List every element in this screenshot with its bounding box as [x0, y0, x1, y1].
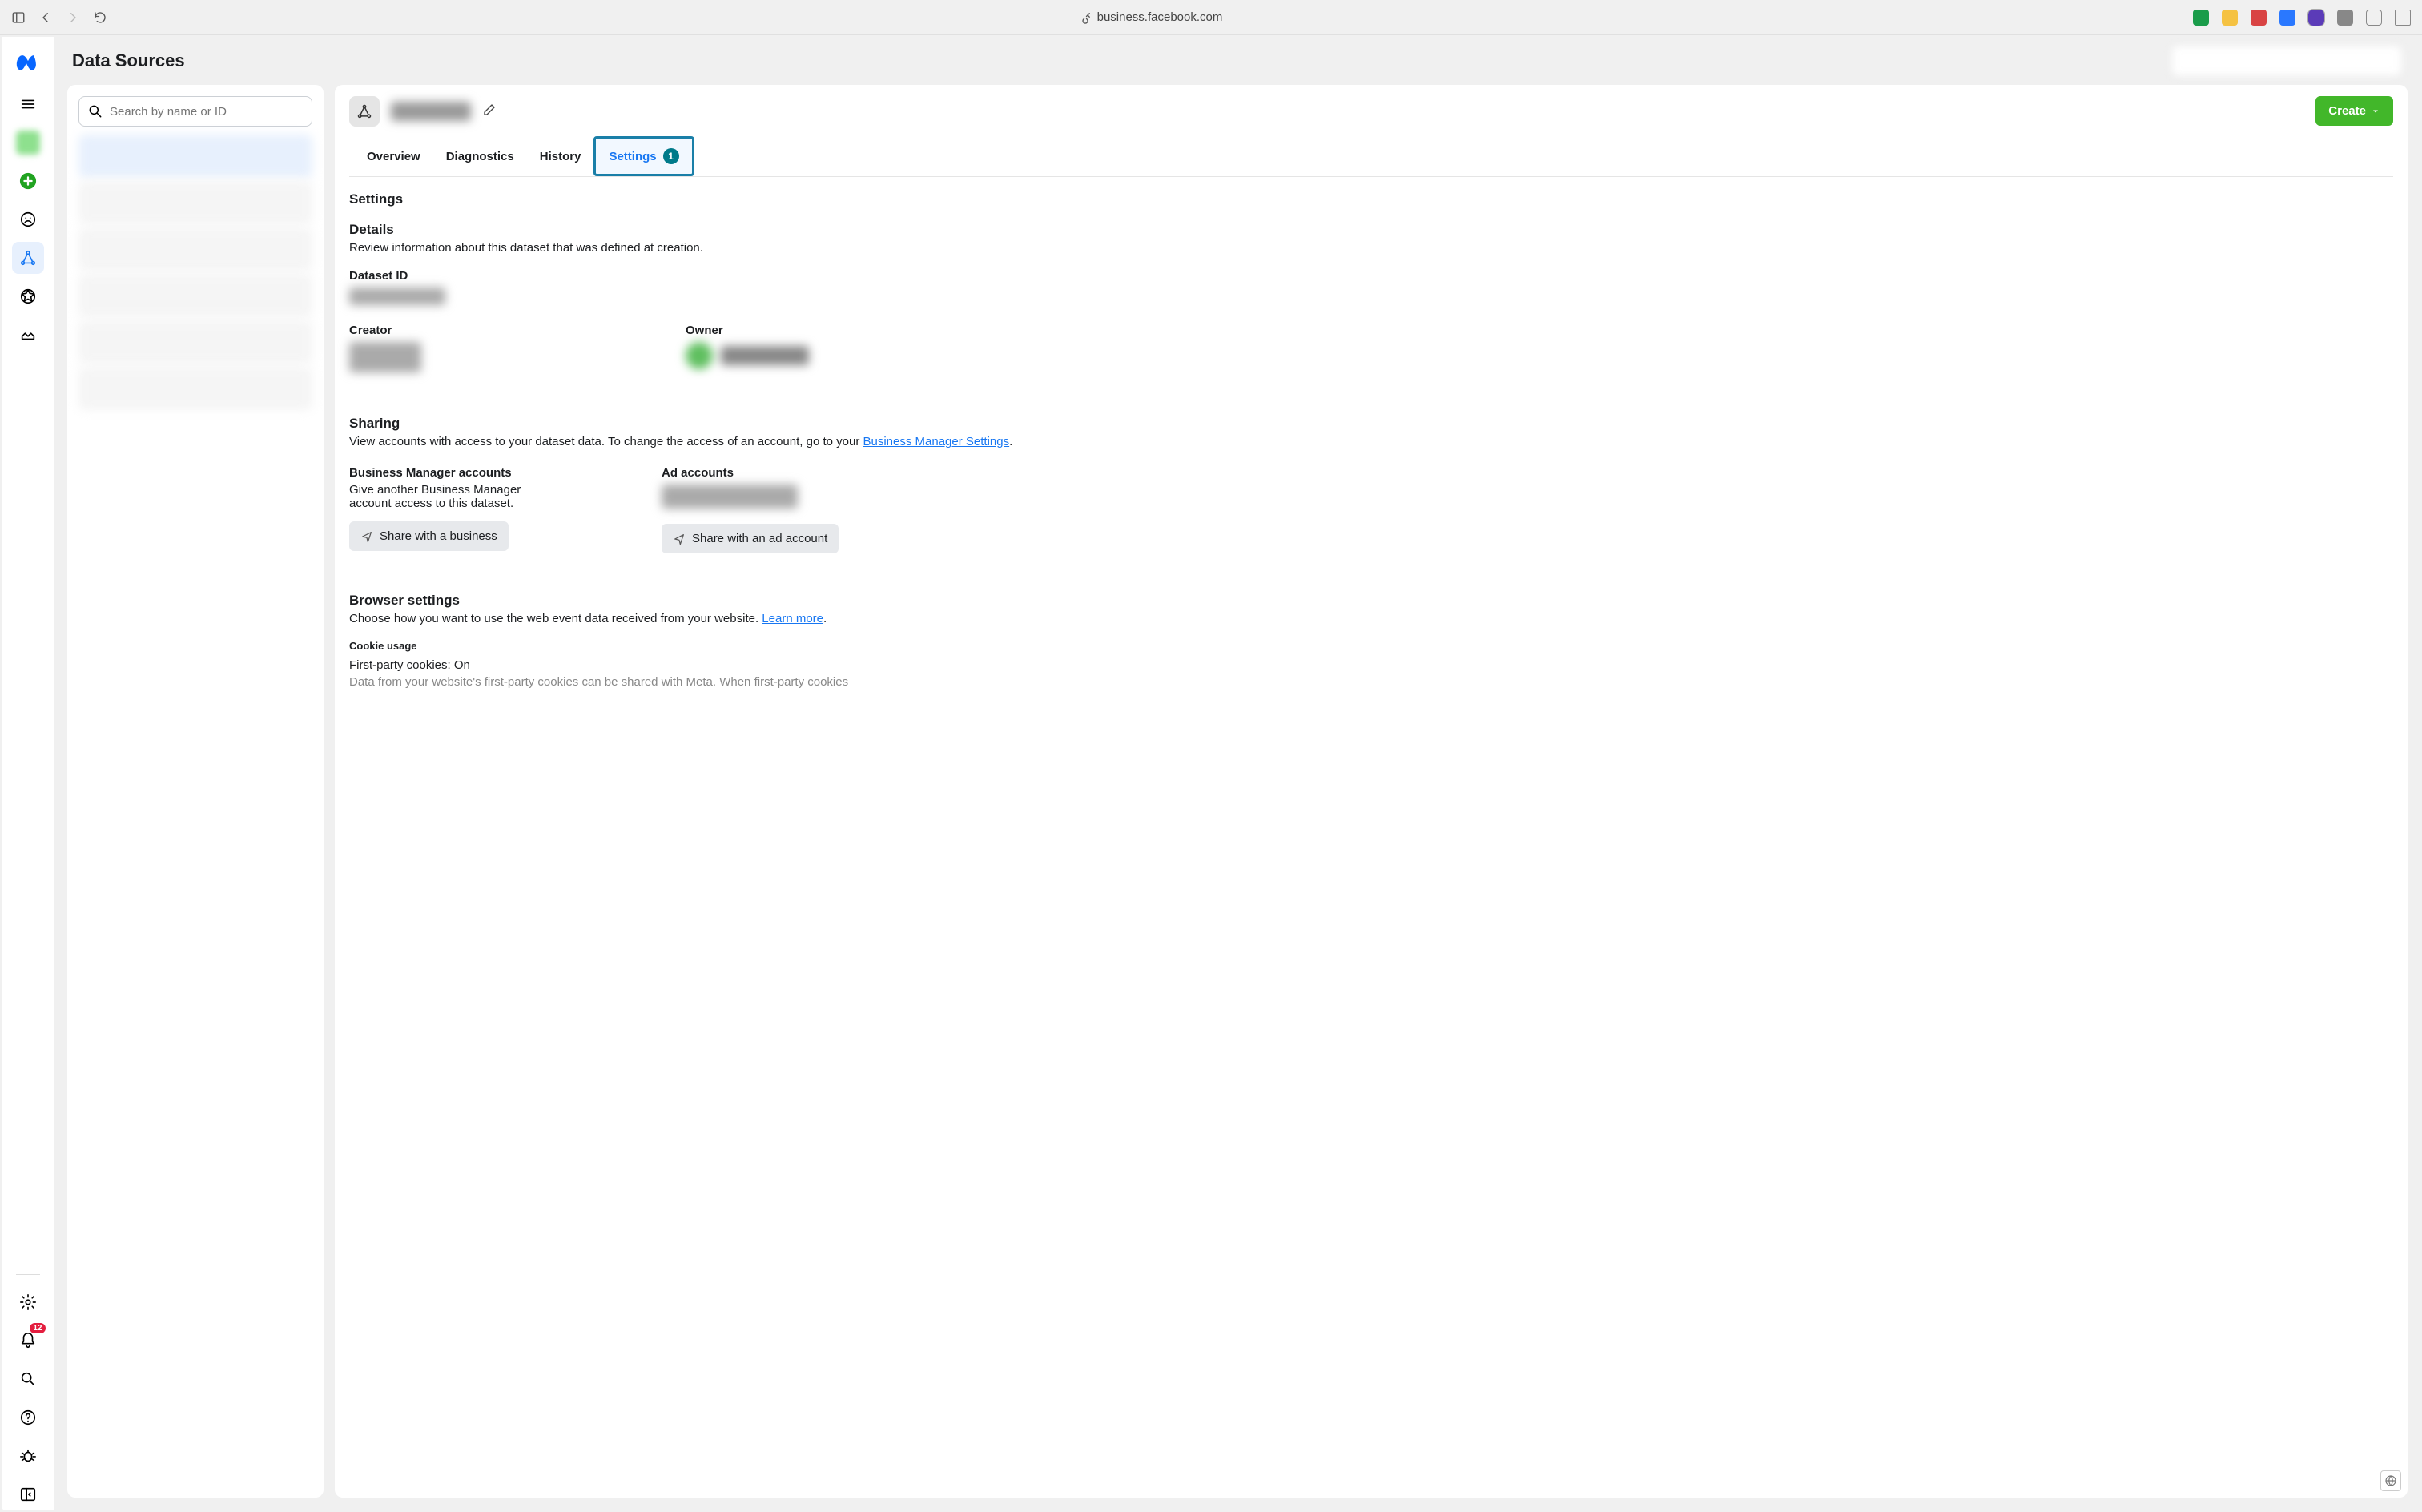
settings-heading: Settings	[349, 191, 2393, 207]
sidebar-toggle-icon[interactable]	[11, 10, 26, 25]
extension-icon[interactable]	[2279, 10, 2295, 26]
extension-icon[interactable]	[2366, 10, 2382, 26]
data-source-item[interactable]	[78, 274, 312, 317]
search-box[interactable]	[78, 96, 312, 127]
cookie-desc-cutoff: Data from your website's first-party coo…	[349, 675, 2393, 689]
share-business-label: Share with a business	[380, 529, 497, 543]
tab-history[interactable]: History	[527, 136, 594, 176]
cookie-usage-label: Cookie usage	[349, 640, 2393, 652]
content-panel: Create Overview Diagnostics History	[335, 85, 2408, 1498]
extension-icon[interactable]	[2251, 10, 2267, 26]
data-source-list-panel	[67, 85, 324, 1498]
extension-icon[interactable]	[2222, 10, 2238, 26]
search-icon	[87, 103, 103, 119]
ad-account-value-redacted	[662, 485, 798, 509]
browser-toolbar: business.facebook.com	[0, 0, 2422, 35]
nav-data-sources[interactable]	[12, 242, 44, 274]
nav-add[interactable]	[12, 165, 44, 197]
creator-value-redacted	[349, 342, 421, 372]
menu-toggle[interactable]	[12, 88, 44, 120]
bm-accounts-desc: Give another Business Manager account ac…	[349, 483, 525, 510]
data-source-item[interactable]	[78, 320, 312, 364]
tab-settings-label: Settings	[609, 150, 656, 163]
settings-badge: 1	[663, 148, 679, 164]
tab-bar: Overview Diagnostics History Settings 1	[349, 136, 2393, 177]
dataset-id-label: Dataset ID	[349, 269, 2393, 283]
sharing-title: Sharing	[349, 416, 2393, 432]
notification-badge: 12	[30, 1323, 45, 1333]
create-button-label: Create	[2328, 104, 2366, 118]
extension-icon[interactable]	[2308, 10, 2324, 26]
browser-settings-desc: Choose how you want to use the web event…	[349, 612, 2393, 625]
nav-search[interactable]	[12, 1363, 44, 1395]
business-manager-settings-link[interactable]: Business Manager Settings	[863, 435, 1010, 448]
tab-diagnostics[interactable]: Diagnostics	[433, 136, 527, 176]
nav-bug[interactable]	[12, 1440, 44, 1472]
browser-settings-title: Browser settings	[349, 593, 2393, 609]
bm-accounts-label: Business Manager accounts	[349, 466, 614, 480]
owner-value-redacted	[686, 342, 974, 369]
nav-partners[interactable]	[12, 319, 44, 351]
forward-icon	[66, 10, 80, 25]
cookie-status: First-party cookies: On	[349, 658, 2393, 672]
nav-collapse[interactable]	[12, 1478, 44, 1510]
create-button[interactable]: Create	[2315, 96, 2393, 126]
app-left-rail: 12	[2, 37, 54, 1510]
sharing-desc: View accounts with access to your datase…	[349, 435, 2393, 448]
owner-label: Owner	[686, 324, 974, 337]
data-source-item[interactable]	[78, 135, 312, 178]
share-with-ad-account-button[interactable]: Share with an ad account	[662, 524, 839, 553]
tab-settings[interactable]: Settings 1	[593, 136, 694, 176]
reload-icon[interactable]	[93, 10, 107, 25]
details-title: Details	[349, 222, 2393, 238]
share-icon	[360, 530, 373, 543]
edit-name-button[interactable]	[482, 103, 497, 121]
data-source-item[interactable]	[78, 181, 312, 224]
search-input[interactable]	[110, 105, 304, 119]
back-icon[interactable]	[38, 10, 53, 25]
extension-icon[interactable]	[2337, 10, 2353, 26]
lock-icon	[1078, 10, 1092, 25]
share-with-business-button[interactable]: Share with a business	[349, 521, 509, 551]
url-text[interactable]: business.facebook.com	[1097, 10, 1223, 24]
page-title: Data Sources	[72, 50, 185, 71]
share-icon	[673, 533, 686, 545]
tab-overview[interactable]: Overview	[354, 136, 433, 176]
data-source-item[interactable]	[78, 367, 312, 410]
data-source-item[interactable]	[78, 227, 312, 271]
account-switcher[interactable]	[2171, 45, 2403, 77]
nav-notifications[interactable]: 12	[12, 1325, 44, 1357]
nav-settings[interactable]	[12, 1286, 44, 1318]
dataset-id-value-redacted	[349, 288, 445, 305]
share-ad-label: Share with an ad account	[692, 532, 827, 545]
dataset-name-redacted	[391, 102, 471, 121]
nav-overview[interactable]	[12, 203, 44, 235]
ad-accounts-label: Ad accounts	[662, 466, 950, 480]
meta-logo-icon[interactable]	[14, 50, 42, 77]
globe-icon[interactable]	[2380, 1470, 2401, 1491]
nav-help[interactable]	[12, 1401, 44, 1434]
creator-label: Creator	[349, 324, 638, 337]
tab-overview-icon[interactable]	[2395, 10, 2411, 26]
details-desc: Review information about this dataset th…	[349, 241, 2393, 255]
dataset-type-icon	[349, 96, 380, 127]
learn-more-link[interactable]: Learn more	[762, 612, 823, 625]
extension-icon[interactable]	[2193, 10, 2209, 26]
nav-events[interactable]	[12, 280, 44, 312]
nav-item-redacted[interactable]	[12, 127, 44, 159]
chevron-down-icon	[2371, 107, 2380, 116]
